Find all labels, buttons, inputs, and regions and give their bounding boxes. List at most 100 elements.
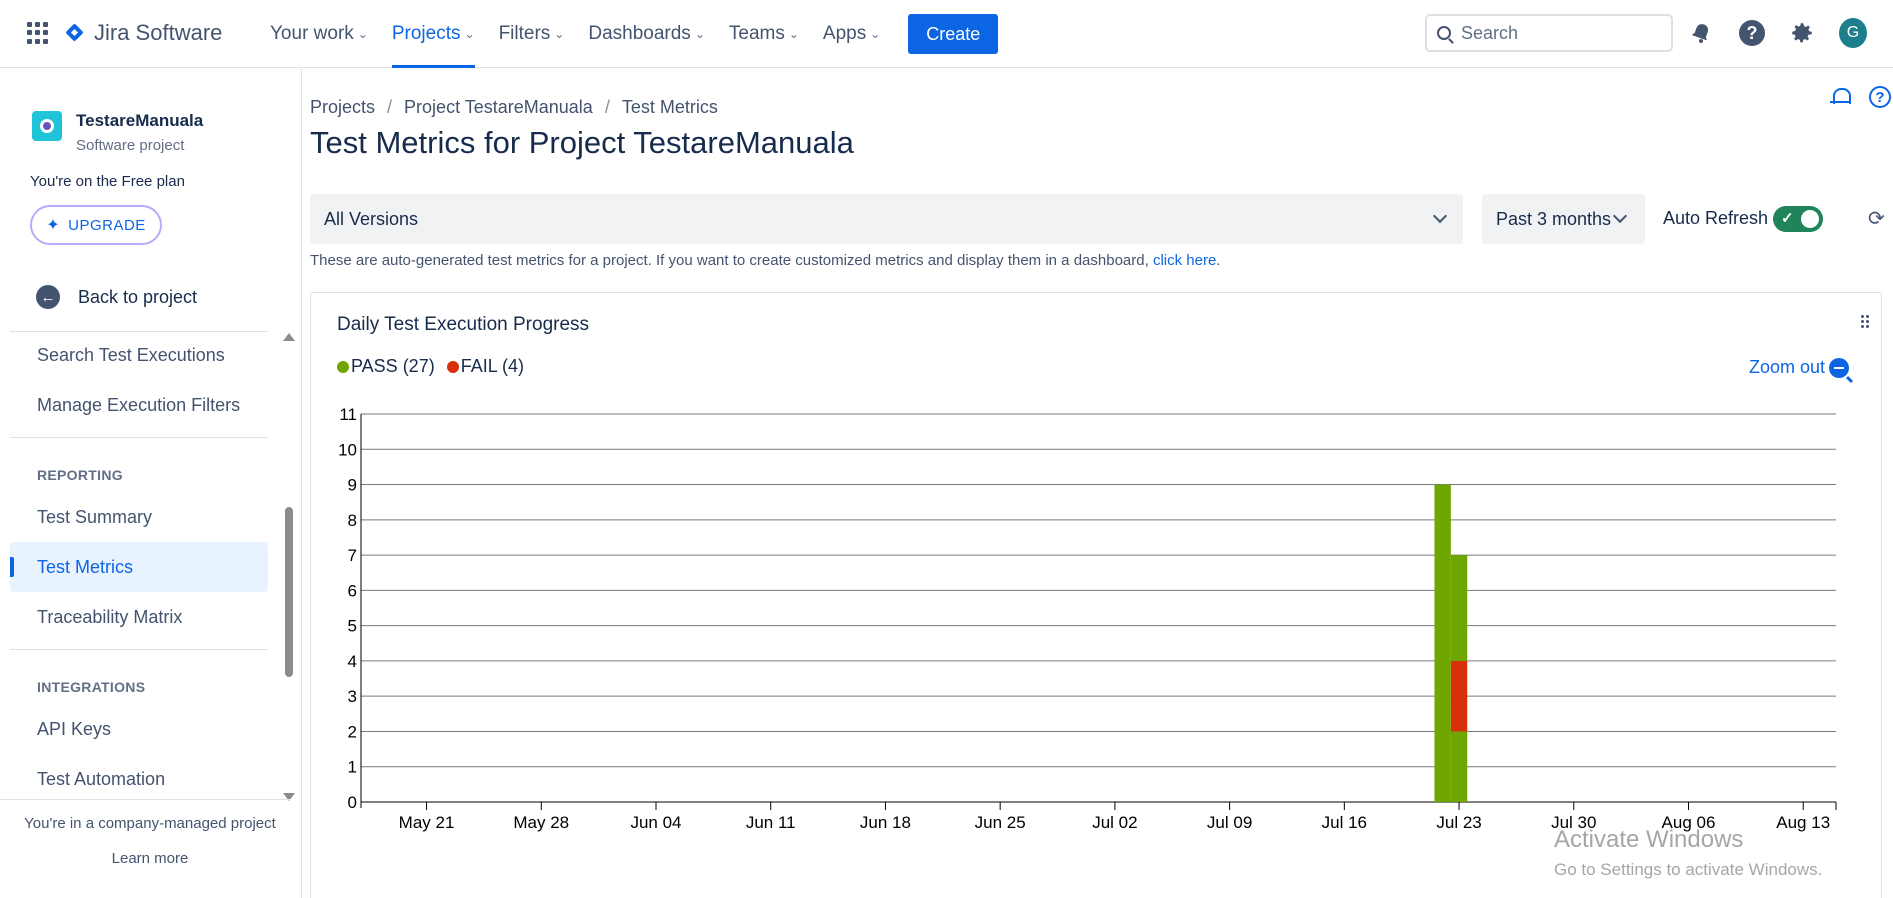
nav-item-projects[interactable]: Projects ⌄: [391, 0, 475, 68]
sidebar-item-traceability-matrix[interactable]: Traceability Matrix: [10, 592, 268, 642]
x-tick-label: Jun 04: [630, 813, 681, 832]
breadcrumb: Projects / Project TestareManuala / Test…: [310, 97, 718, 118]
sidebar-scrollbar[interactable]: [283, 333, 295, 803]
zoom-out-label: Zoom out: [1748, 357, 1825, 377]
x-tick-label: Jun 25: [975, 813, 1026, 832]
legend-dot: [446, 360, 459, 373]
period-select-value: Past 3 months: [1496, 208, 1612, 229]
chevron-down-icon: ⌄: [554, 27, 565, 41]
watermark-line2: Go to Settings to activate Windows.: [1554, 860, 1823, 879]
sidebar-item-test-metrics[interactable]: Test Metrics: [10, 542, 268, 592]
search-icon: [1437, 26, 1451, 40]
settings-gear-icon[interactable]: [1788, 19, 1816, 47]
info-text-end: .: [1216, 252, 1221, 269]
auto-refresh-toggle[interactable]: ✓: [1773, 206, 1823, 232]
section-label-reporting: REPORTING: [37, 467, 123, 483]
bar-segment-pass: [1450, 555, 1468, 661]
legend-item-fail[interactable]: FAIL (4): [446, 356, 524, 377]
sidebar-item-api-keys[interactable]: API Keys: [10, 704, 268, 754]
chevron-down-icon: ⌄: [870, 27, 881, 41]
nav-item-apps[interactable]: Apps ⌄: [823, 0, 880, 68]
check-icon: ✓: [1781, 210, 1794, 227]
help-icon[interactable]: ?: [1738, 19, 1766, 47]
y-tick-label: 5: [348, 617, 357, 636]
jira-logo[interactable]: Jira Software: [64, 20, 222, 46]
nav-item-label: Your work: [270, 23, 354, 44]
version-select[interactable]: All Versions: [310, 194, 1463, 244]
drag-handle-icon[interactable]: [1861, 315, 1871, 328]
page-title: Test Metrics for Project TestareManuala: [310, 125, 854, 160]
app-name: Jira Software: [94, 20, 223, 45]
user-avatar[interactable]: G: [1839, 18, 1867, 48]
search-input[interactable]: [1461, 22, 1641, 44]
create-button[interactable]: Create: [908, 14, 999, 54]
primary-nav: Your work ⌄ Projects ⌄ Filters ⌄ Dashboards ⌄ Te…: [270, 0, 999, 68]
chevron-down-icon: ⌄: [464, 27, 475, 41]
help-outline-icon[interactable]: ?: [1869, 86, 1891, 108]
chevron-down-icon: ⌄: [694, 27, 705, 41]
x-tick-label: Jul 02: [1092, 813, 1137, 832]
legend-label: PASS (27): [351, 356, 435, 376]
y-tick-label: 3: [348, 687, 357, 706]
sidebar-item-test-automation[interactable]: Test Automation: [10, 754, 268, 804]
refresh-icon[interactable]: ⟳: [1868, 206, 1885, 231]
nav-item-filters[interactable]: Filters ⌄: [499, 0, 565, 68]
project-avatar-icon: [32, 111, 62, 141]
app-switcher-icon[interactable]: [27, 22, 49, 44]
sidebar-item-test-summary[interactable]: Test Summary: [10, 492, 268, 542]
windows-activation-watermark: Activate Windows Go to Settings to activ…: [1554, 826, 1822, 880]
breadcrumb-separator: /: [387, 97, 393, 117]
sparkle-icon: ✦: [46, 217, 61, 234]
project-type: Software project: [76, 137, 185, 154]
period-select[interactable]: Past 3 months: [1482, 194, 1645, 244]
breadcrumb-projects[interactable]: Projects: [310, 97, 375, 118]
version-select-value: All Versions: [324, 208, 419, 229]
breadcrumb-separator: /: [604, 97, 610, 117]
nav-item-your-work[interactable]: Your work ⌄: [270, 0, 368, 68]
nav-item-label: Dashboards: [588, 23, 691, 44]
back-label: Back to project: [78, 286, 198, 307]
chart-title: Daily Test Execution Progress: [337, 314, 590, 335]
breadcrumb-project[interactable]: Project TestareManuala: [404, 97, 593, 118]
search-box[interactable]: [1425, 14, 1673, 52]
sidebar-footer: You're in a company-managed project Lear…: [0, 803, 300, 867]
company-managed-text: You're in a company-managed project: [24, 815, 276, 832]
sidebar-item-manage-execution-filters[interactable]: Manage Execution Filters: [10, 380, 268, 430]
nav-item-teams[interactable]: Teams ⌄: [729, 0, 799, 68]
x-tick-label: May 28: [513, 813, 569, 832]
breadcrumb-current[interactable]: Test Metrics: [622, 97, 718, 118]
top-navigation: Jira Software Your work ⌄ Projects ⌄ Filters…: [0, 0, 1893, 68]
upgrade-label: UPGRADE: [68, 216, 146, 234]
x-tick-label: Jun 11: [746, 813, 796, 832]
nav-item-dashboards[interactable]: Dashboards ⌄: [588, 0, 705, 68]
click-here-link[interactable]: click here: [1153, 252, 1216, 269]
notifications-icon[interactable]: [1687, 19, 1715, 47]
zoom-out-icon: [1829, 357, 1849, 378]
chevron-down-icon: [1612, 208, 1628, 224]
back-to-project-link[interactable]: ← Back to project: [36, 285, 197, 309]
bell-outline-icon[interactable]: [1830, 86, 1851, 108]
chart-svg: 0 1 2 3 4 5 6 7 8 9 10 11 May 21 May 28 Jun 04 Jun 11 Ju…: [338, 405, 1837, 832]
legend-item-pass[interactable]: PASS (27): [337, 356, 435, 377]
auto-refresh-label: Auto Refresh: [1663, 208, 1769, 228]
bar-segment-pass: [1434, 484, 1451, 802]
y-tick-label: 4: [348, 652, 357, 671]
nav-item-label: Apps: [822, 23, 867, 44]
learn-more-link[interactable]: Learn more: [0, 850, 300, 867]
chart-card: 0 1 2 3 4 5 6 7 8 9 10 11 May 21 May 28 Jun 04 Jun 11 Ju…: [310, 292, 1882, 898]
scroll-up-arrow-icon[interactable]: [283, 333, 295, 341]
divider: [10, 437, 268, 438]
zoom-out-button[interactable]: Zoom out: [1749, 357, 1849, 378]
nav-item-label: Teams: [728, 23, 785, 44]
x-tick-label: Jul 23: [1436, 813, 1481, 832]
divider: [10, 649, 268, 650]
upgrade-button[interactable]: ✦ UPGRADE: [30, 205, 162, 245]
project-name: TestareManuala: [76, 111, 204, 130]
project-header[interactable]: TestareManuala Software project: [32, 111, 203, 154]
sidebar-item-search-test-executions[interactable]: Search Test Executions: [10, 330, 268, 380]
watermark-line1: Activate Windows: [1554, 826, 1744, 853]
y-tick-label: 8: [348, 511, 357, 530]
scroll-thumb[interactable]: [285, 507, 293, 677]
arrow-left-icon: ←: [36, 285, 60, 309]
y-tick-label: 6: [348, 581, 357, 600]
